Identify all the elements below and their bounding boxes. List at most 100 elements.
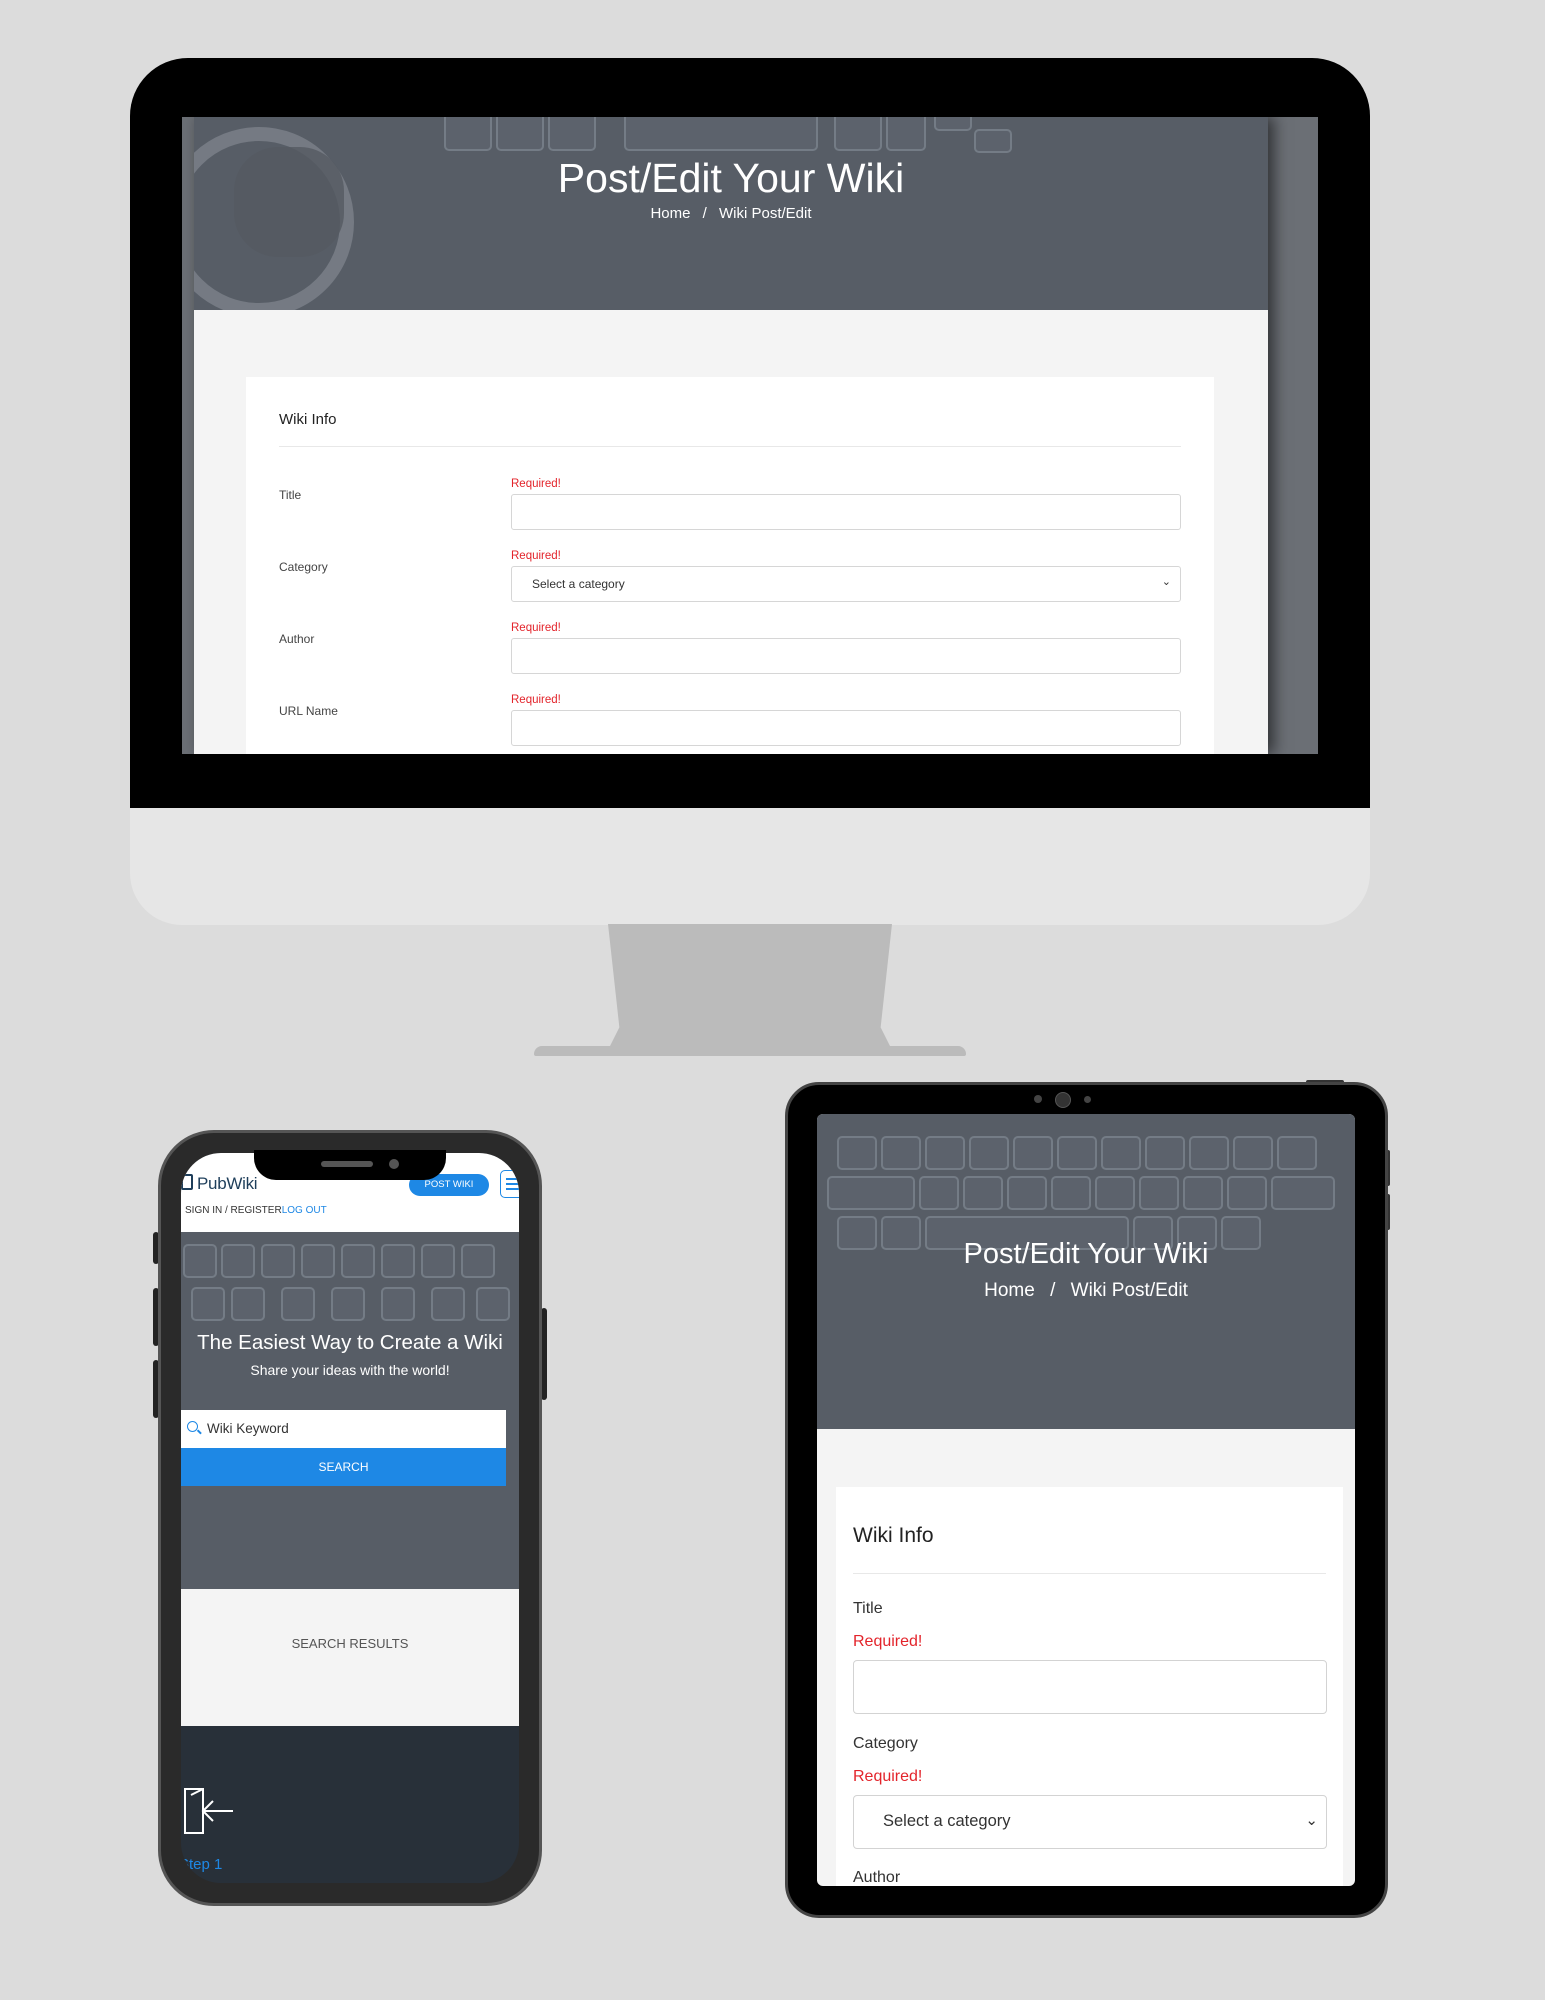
chevron-down-icon: ⌄ xyxy=(1161,576,1171,588)
keyboard-key xyxy=(381,1244,415,1278)
breadcrumb: Home / Wiki Post/Edit xyxy=(817,1280,1355,1302)
url-name-label: URL Name xyxy=(279,704,338,718)
desktop-hero: Post/Edit Your Wiki Home / Wiki Post/Edi… xyxy=(194,117,1268,310)
keyboard-key xyxy=(837,1136,877,1170)
tablet-hero: Post/Edit Your Wiki Home / Wiki Post/Edi… xyxy=(817,1114,1355,1429)
search-input[interactable]: Wiki Keyword xyxy=(181,1410,506,1448)
keyboard-key xyxy=(969,1136,1009,1170)
url-name-required: Required! xyxy=(511,694,561,706)
title-input[interactable] xyxy=(511,494,1181,530)
category-select[interactable]: Select a category ⌄ xyxy=(511,566,1181,602)
title-required: Required! xyxy=(853,1633,923,1650)
keyboard-key xyxy=(476,1287,510,1321)
phone-screen: PubWiki POST WIKI SIGN IN / REGISTERLOG … xyxy=(181,1153,519,1883)
keyboard-key xyxy=(1227,1176,1267,1210)
keyboard-key xyxy=(1277,1136,1317,1170)
step-label: Step 1 xyxy=(181,1856,223,1873)
category-select[interactable]: Select a category ⌄ xyxy=(853,1795,1327,1849)
breadcrumb-current: Wiki Post/Edit xyxy=(719,205,812,222)
author-input[interactable] xyxy=(511,638,1181,674)
page-title: Post/Edit Your Wiki xyxy=(963,1238,1209,1270)
keyboard-key xyxy=(1095,1176,1135,1210)
category-required: Required! xyxy=(511,550,561,562)
keyboard-key xyxy=(1051,1176,1091,1210)
phone-camera xyxy=(389,1159,399,1169)
keyboard-key xyxy=(1189,1136,1229,1170)
hero-title: The Easiest Way to Create a Wiki xyxy=(197,1331,503,1354)
phone-hero: The Easiest Way to Create a Wiki Share y… xyxy=(181,1232,519,1589)
tablet-sensor xyxy=(1084,1096,1091,1103)
author-label: Author xyxy=(279,632,315,646)
search-placeholder: Wiki Keyword xyxy=(207,1421,289,1436)
keyboard-key xyxy=(834,117,882,151)
keyboard-key xyxy=(934,117,972,131)
keyboard-key xyxy=(1145,1136,1185,1170)
keyboard-key xyxy=(431,1287,465,1321)
logo-icon xyxy=(181,1174,193,1190)
category-required: Required! xyxy=(853,1768,923,1785)
title-label: Title xyxy=(853,1600,883,1617)
section-title: Wiki Info xyxy=(279,411,337,428)
search-results-heading: SEARCH RESULTS xyxy=(291,1636,409,1651)
monitor-stand xyxy=(608,924,892,1050)
keyboard-key xyxy=(1271,1176,1335,1210)
desktop-page: Post/Edit Your Wiki Home / Wiki Post/Edi… xyxy=(194,117,1268,754)
section-title: Wiki Info xyxy=(853,1524,934,1547)
sign-in-register-link[interactable]: SIGN IN / REGISTER xyxy=(185,1205,282,1216)
search-icon xyxy=(187,1421,198,1432)
breadcrumb-home[interactable]: Home xyxy=(650,205,690,222)
wiki-info-card: Wiki Info Title Required! Category Requi… xyxy=(836,1487,1343,1886)
title-input[interactable] xyxy=(853,1660,1327,1714)
keyboard-key xyxy=(221,1244,255,1278)
keyboard-key xyxy=(624,117,818,151)
breadcrumb-separator: / xyxy=(702,205,707,222)
monitor-foot xyxy=(534,1046,966,1056)
tablet-sensor xyxy=(1034,1095,1042,1103)
keyboard-key xyxy=(301,1244,335,1278)
breadcrumb: Home / Wiki Post/Edit xyxy=(194,205,1268,222)
keyboard-key xyxy=(281,1287,315,1321)
category-select-value: Select a category xyxy=(532,577,625,591)
keyboard-key xyxy=(1233,1136,1273,1170)
chevron-down-icon: ⌄ xyxy=(1305,1812,1318,1829)
keyboard-key xyxy=(461,1244,495,1278)
url-name-input[interactable] xyxy=(511,710,1181,746)
keyboard-key xyxy=(919,1176,959,1210)
hero-subtitle: Share your ideas with the world! xyxy=(250,1362,450,1378)
keyboard-key xyxy=(1057,1136,1097,1170)
category-select-value: Select a category xyxy=(883,1812,1011,1830)
keyboard-key xyxy=(421,1244,455,1278)
menu-icon[interactable] xyxy=(500,1170,519,1198)
keyboard-key xyxy=(1013,1136,1053,1170)
keyboard-key xyxy=(261,1244,295,1278)
search-button[interactable]: SEARCH xyxy=(181,1448,506,1486)
keyboard-key xyxy=(1139,1176,1179,1210)
author-required: Required! xyxy=(511,622,561,634)
keyboard-key xyxy=(974,129,1012,153)
keyboard-key xyxy=(925,1136,965,1170)
log-out-link[interactable]: LOG OUT xyxy=(282,1205,327,1216)
keyboard-key xyxy=(1183,1176,1223,1210)
keyboard-key xyxy=(963,1176,1003,1210)
breadcrumb-home[interactable]: Home xyxy=(984,1280,1035,1301)
keyboard-key xyxy=(341,1244,375,1278)
keyboard-key xyxy=(886,117,926,151)
title-required: Required! xyxy=(511,478,561,490)
phone-speaker xyxy=(321,1161,373,1167)
keyboard-key xyxy=(496,117,544,151)
tablet-screen: Post/Edit Your Wiki Home / Wiki Post/Edi… xyxy=(817,1114,1355,1886)
keyboard-key xyxy=(381,1287,415,1321)
keyboard-key xyxy=(1007,1176,1047,1210)
breadcrumb-current: Wiki Post/Edit xyxy=(1070,1280,1188,1301)
keyboard-key xyxy=(331,1287,365,1321)
desktop-screen: Post/Edit Your Wiki Home / Wiki Post/Edi… xyxy=(182,117,1318,754)
auth-links: SIGN IN / REGISTERLOG OUT xyxy=(185,1205,327,1216)
page-title: Post/Edit Your Wiki xyxy=(557,155,905,201)
keyboard-key xyxy=(548,117,596,151)
keyboard-key xyxy=(191,1287,225,1321)
keyboard-key xyxy=(1101,1136,1141,1170)
logo[interactable]: PubWiki xyxy=(197,1174,258,1194)
divider xyxy=(853,1573,1326,1574)
title-label: Title xyxy=(279,488,302,502)
category-label: Category xyxy=(853,1735,918,1752)
